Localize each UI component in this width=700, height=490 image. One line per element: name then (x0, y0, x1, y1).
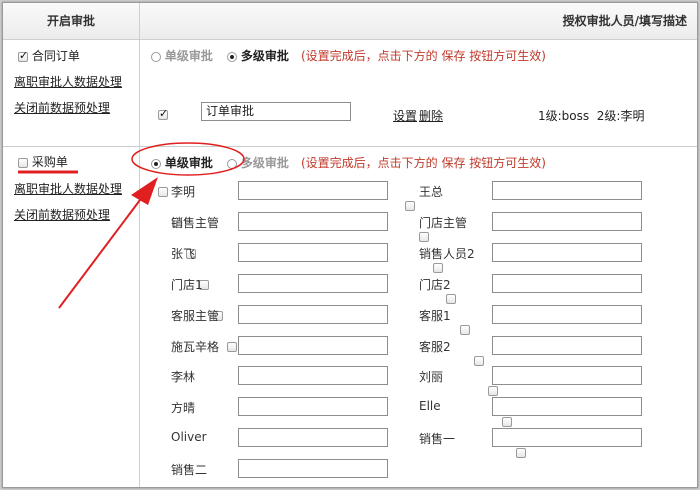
annotation-arrow-head (131, 177, 158, 205)
annotation-arrow-shaft (58, 195, 144, 309)
annotation-ellipse (131, 142, 245, 176)
red-annotation-overlay (18, 142, 245, 309)
approval-settings-panel: 开启审批 授权审批人员/填写描述 合同订单 离职审批人数据处理 关闭前数据预处理… (2, 2, 698, 488)
